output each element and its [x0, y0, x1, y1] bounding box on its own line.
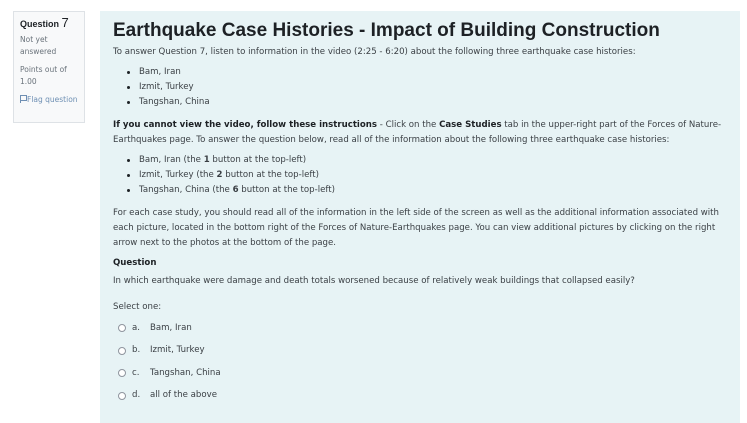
answer-letter: c. — [132, 367, 140, 378]
flag-label: Flag question — [27, 95, 78, 104]
question-content: Earthquake Case Histories - Impact of Bu… — [100, 11, 740, 423]
question-text: In which earthquake were damage and deat… — [113, 276, 635, 286]
radio-button[interactable] — [118, 324, 126, 333]
question-grade: Points out of 1.00 — [20, 65, 67, 86]
answer-options: a. Bam, Iran b. Izmit, Turkey c. Tangsha… — [113, 317, 740, 407]
radio-button[interactable] — [118, 369, 126, 378]
question-state: Not yet answered — [20, 35, 57, 56]
question-heading: Question — [113, 258, 157, 268]
case-button-list: Bam, Iran (the 1 button at the top-left)… — [127, 153, 740, 198]
answer-option-d[interactable]: d. all of the above — [113, 385, 740, 408]
case-history-list: Bam, Iran Izmit, Turkey Tangshan, China — [127, 65, 740, 110]
flag-question-link[interactable]: Flag question — [20, 94, 78, 106]
question-label: Question — [20, 19, 60, 29]
question-number-value: 7 — [61, 15, 69, 30]
alt-bold-lead: If you cannot view the video, follow the… — [113, 120, 378, 130]
list-item: Bam, Iran (the 1 button at the top-left) — [127, 153, 740, 168]
answer-label[interactable]: Tangshan, China — [150, 366, 221, 381]
answer-option-b[interactable]: b. Izmit, Turkey — [113, 340, 740, 363]
question-info-panel: Question 7 Not yet answered Points out o… — [13, 11, 85, 123]
answer-label[interactable]: all of the above — [150, 388, 217, 403]
alternate-instructions: If you cannot view the video, follow the… — [113, 118, 740, 148]
answer-letter: d. — [132, 390, 141, 401]
alt-bold-tab: Case Studies — [439, 120, 502, 130]
list-item: Izmit, Turkey (the 2 button at the top-l… — [127, 168, 740, 183]
answer-label[interactable]: Bam, Iran — [150, 321, 192, 336]
intro-text: To answer Question 7, listen to informat… — [113, 47, 636, 57]
answer-letter: b. — [132, 345, 141, 356]
flag-icon — [20, 95, 27, 103]
radio-button[interactable] — [118, 391, 126, 400]
question-number: Question 7 — [20, 15, 78, 30]
case-study-instructions: For each case study, you should read all… — [113, 208, 719, 248]
answer-option-c[interactable]: c. Tangshan, China — [113, 362, 740, 385]
list-item: Izmit, Turkey — [127, 80, 740, 95]
answer-label[interactable]: Izmit, Turkey — [150, 343, 205, 358]
list-item: Tangshan, China (the 6 button at the top… — [127, 183, 740, 198]
list-item: Tangshan, China — [127, 95, 740, 110]
alt-text-1: - Click on the — [377, 120, 440, 130]
radio-button[interactable] — [118, 346, 126, 355]
page-title: Earthquake Case Histories - Impact of Bu… — [113, 20, 660, 41]
answer-option-a[interactable]: a. Bam, Iran — [113, 317, 740, 340]
answer-letter: a. — [132, 322, 140, 333]
select-prompt: Select one: — [113, 302, 162, 312]
list-item: Bam, Iran — [127, 65, 740, 80]
